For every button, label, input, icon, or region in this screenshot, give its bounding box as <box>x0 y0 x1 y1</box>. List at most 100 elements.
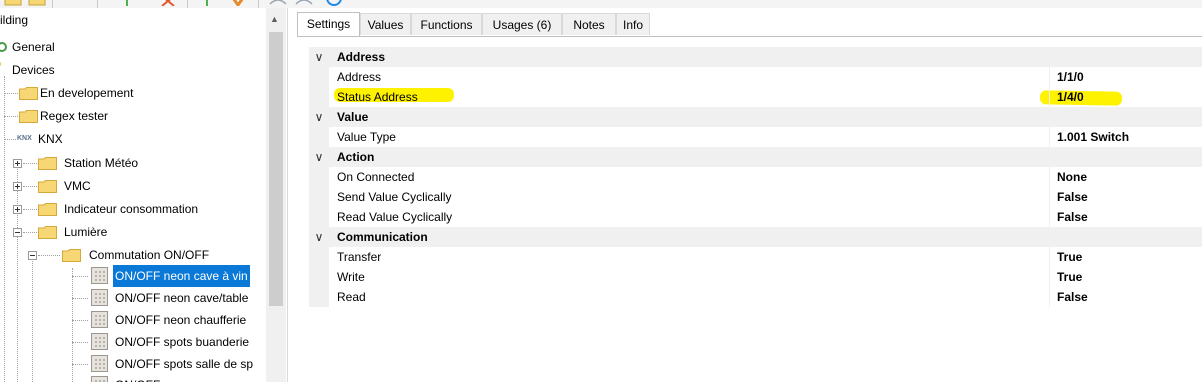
tab-label: Settings <box>306 17 351 31</box>
tab-label: Usages (6) <box>492 18 552 32</box>
property-value[interactable]: None <box>1057 167 1087 187</box>
toolbar-separator <box>52 0 53 8</box>
tree-item-label: ON/OFF ... <box>115 374 174 382</box>
tab-info[interactable]: Info <box>616 13 650 35</box>
property-value[interactable]: False <box>1057 287 1088 307</box>
row-gutter <box>309 287 329 307</box>
tab-usages[interactable]: Usages (6) <box>482 13 562 35</box>
undo-redo-icon[interactable] <box>268 0 318 6</box>
folder-open-icon[interactable] <box>4 0 22 6</box>
tree-item-label: Devices <box>12 63 55 77</box>
tab-functions[interactable]: Functions <box>411 13 482 35</box>
property-value[interactable]: 1/1/0 <box>1057 67 1084 87</box>
toolbar-separator <box>97 0 98 8</box>
row-gutter <box>309 187 329 207</box>
chevron-down-icon[interactable]: ∨ <box>311 47 327 67</box>
folder-icon <box>62 249 81 262</box>
group-object-icon <box>91 311 108 328</box>
property-name: Read <box>337 290 366 304</box>
category-title: Value <box>337 110 369 124</box>
tree-connector <box>23 163 37 164</box>
group-object-icon <box>91 376 108 382</box>
property-row-address[interactable]: Address 1/1/0 <box>309 67 1202 87</box>
toolbar <box>0 0 1202 8</box>
tree-item-label: En developement <box>40 86 134 100</box>
property-row-read-cyclically[interactable]: Read Value Cyclically False <box>309 207 1202 227</box>
chevron-down-icon[interactable]: ∨ <box>311 227 327 247</box>
tab-label: Values <box>367 18 404 32</box>
property-name: Read Value Cyclically <box>337 210 453 224</box>
chevron-down-icon[interactable]: ∨ <box>311 107 327 127</box>
row-gutter <box>309 87 329 107</box>
category-address[interactable]: ∨ Address <box>309 47 1202 67</box>
row-gutter <box>309 127 329 147</box>
property-name: Send Value Cyclically <box>337 190 452 204</box>
tree-connector <box>72 342 88 343</box>
tree-connector <box>72 320 88 321</box>
chevron-down-icon[interactable]: ∨ <box>311 147 327 167</box>
property-row-on-connected[interactable]: On Connected None <box>309 167 1202 187</box>
devices-icon <box>0 61 1 67</box>
property-row-send-cyclically[interactable]: Send Value Cyclically False <box>309 187 1202 207</box>
column-divider <box>1049 67 1050 87</box>
group-object-icon <box>91 267 108 284</box>
tree-scrollbar[interactable]: ▲ <box>266 8 286 382</box>
tree-connector <box>23 209 37 210</box>
tab-settings[interactable]: Settings <box>297 12 360 36</box>
folder-icon <box>38 180 57 193</box>
property-value[interactable]: False <box>1057 207 1088 227</box>
gear-icon <box>0 42 7 52</box>
property-value[interactable]: True <box>1057 247 1082 267</box>
tree-item-label: ON/OFF neon cave à vin <box>113 265 250 287</box>
property-value[interactable]: 1.001 Switch <box>1057 127 1129 147</box>
expand-icon[interactable] <box>13 182 22 191</box>
collapse-icon[interactable] <box>28 251 37 260</box>
tree-connector <box>38 255 60 256</box>
property-row-read[interactable]: Read False <box>309 287 1202 307</box>
add-icon[interactable] <box>200 0 214 6</box>
group-object-icon <box>91 333 108 350</box>
tree-connector <box>72 276 88 277</box>
delete-icon[interactable] <box>160 0 176 6</box>
tree-connector <box>72 364 88 365</box>
tree-item-label: ilding <box>0 13 29 27</box>
folder-icon[interactable] <box>28 0 46 6</box>
property-row-status-address[interactable]: Status Address 1/4/0 <box>309 87 1202 107</box>
tree-pane: ilding General Devices En developement R… <box>0 8 288 382</box>
tree-item-label: KNX <box>38 132 63 146</box>
category-communication[interactable]: ∨ Communication <box>309 227 1202 247</box>
property-row-value-type[interactable]: Value Type 1.001 Switch <box>309 127 1202 147</box>
property-value[interactable]: True <box>1057 267 1082 287</box>
add-icon[interactable] <box>120 0 134 6</box>
tab-values[interactable]: Values <box>360 13 411 35</box>
column-divider <box>1049 127 1050 147</box>
tree-item-label: Regex tester <box>40 109 109 123</box>
column-divider <box>1049 267 1050 287</box>
column-divider <box>1049 207 1050 227</box>
property-row-transfer[interactable]: Transfer True <box>309 247 1202 267</box>
tab-notes[interactable]: Notes <box>562 13 616 35</box>
collapse-icon[interactable] <box>13 228 22 237</box>
tree-connector <box>23 232 37 233</box>
move-down-icon[interactable] <box>230 0 246 6</box>
scroll-up-icon[interactable]: ▲ <box>270 14 279 24</box>
scrollbar-thumb[interactable] <box>269 32 283 306</box>
tree-item-label: ON/OFF spots salle de sp <box>115 357 254 371</box>
property-row-write[interactable]: Write True <box>309 267 1202 287</box>
tree-item-label: Lumière <box>64 225 108 239</box>
refresh-icon[interactable] <box>326 0 342 6</box>
tree-item-label: VMC <box>64 179 91 193</box>
category-value[interactable]: ∨ Value <box>309 107 1202 127</box>
tree-connector <box>4 116 18 117</box>
category-title: Action <box>337 150 375 164</box>
category-action[interactable]: ∨ Action <box>309 147 1202 167</box>
expand-icon[interactable] <box>13 205 22 214</box>
property-name: Address <box>337 70 382 84</box>
tree-connector <box>72 298 88 299</box>
property-value[interactable]: False <box>1057 187 1088 207</box>
property-value[interactable]: 1/4/0 <box>1057 87 1084 107</box>
column-divider <box>1049 287 1050 307</box>
tree-item-label: Commutation ON/OFF <box>89 248 210 262</box>
expand-icon[interactable] <box>13 159 22 168</box>
tree-item-label: ON/OFF spots buanderie <box>115 335 250 349</box>
